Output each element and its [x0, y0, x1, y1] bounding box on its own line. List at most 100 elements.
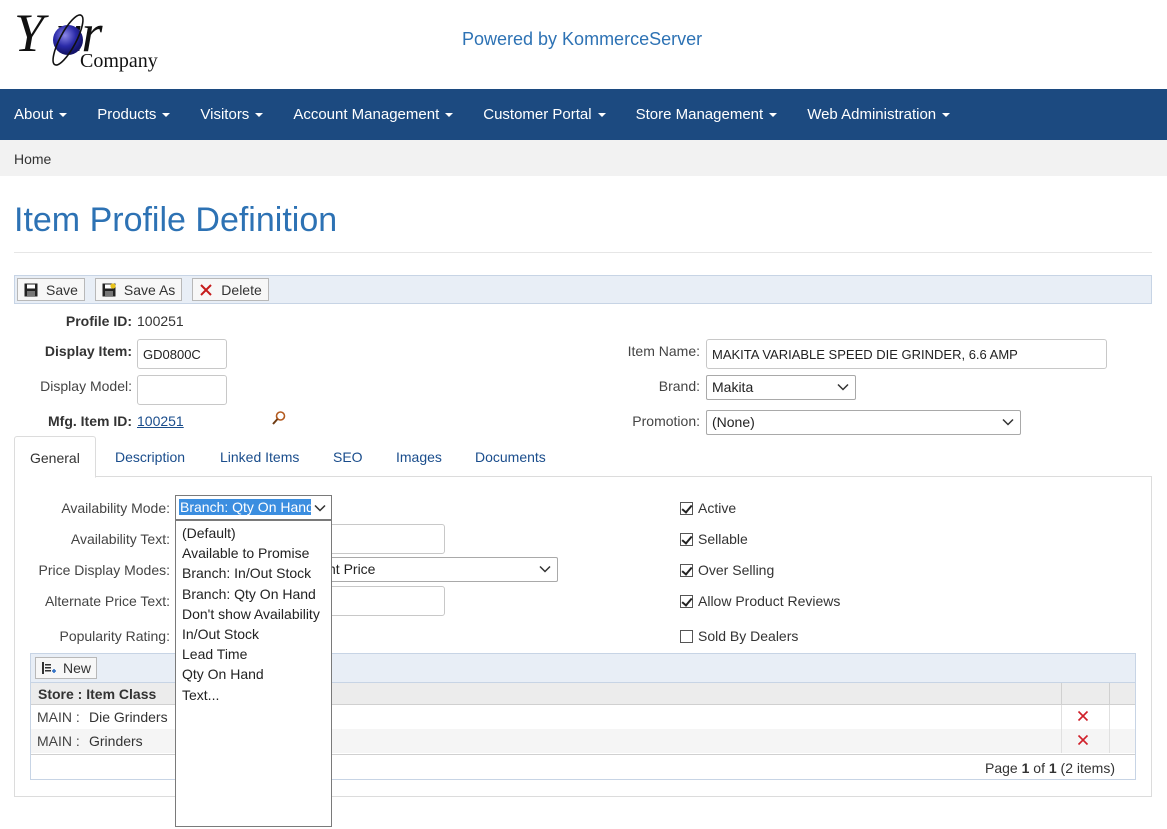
delete-x-icon[interactable]	[1077, 734, 1089, 746]
promotion-select[interactable]: (None)	[706, 410, 1021, 435]
nav-label: Store Management	[635, 106, 764, 123]
allow-product-reviews-checkbox[interactable]: Allow Product Reviews	[680, 593, 840, 609]
save-as-label: Save As	[123, 281, 176, 298]
column-header-extra	[1109, 683, 1135, 705]
nav-about[interactable]: About	[0, 89, 81, 140]
row-store: MAIN :	[37, 709, 80, 725]
save-label: Save	[46, 281, 78, 298]
sellable-checkbox[interactable]: Sellable	[680, 531, 748, 547]
chevron-down-icon	[837, 383, 849, 391]
nav-label: Customer Portal	[483, 106, 592, 123]
checkbox-box[interactable]	[680, 532, 693, 546]
floppy-disk-star-icon	[102, 282, 116, 296]
promotion-label: Promotion:	[632, 413, 700, 429]
nav-label: About	[14, 106, 54, 123]
profile-id-label: Profile ID:	[65, 313, 132, 329]
checkbox-box[interactable]	[680, 629, 693, 643]
checkbox-label: Active	[698, 500, 737, 516]
tab-linked-items[interactable]: Linked Items	[205, 436, 314, 477]
option-branch-in-out-stock[interactable]: Branch: In/Out Stock	[176, 564, 331, 584]
powered-by-text: Powered by KommerceServer	[462, 29, 703, 49]
availability-mode-label: Availability Mode:	[61, 500, 170, 516]
caret-down-icon	[445, 112, 454, 117]
active-checkbox[interactable]: Active	[680, 500, 736, 516]
price-display-modes-label: Price Display Modes:	[38, 562, 171, 578]
profile-tabs: General Description Linked Items SEO Ima…	[14, 436, 1152, 478]
nav-account-management[interactable]: Account Management	[277, 89, 467, 140]
nav-store-management[interactable]: Store Management	[620, 89, 792, 140]
caret-down-icon	[59, 112, 68, 117]
new-row-icon	[42, 662, 56, 674]
nav-products[interactable]: Products	[81, 89, 184, 140]
brand-selected: Makita	[712, 379, 754, 395]
delete-button[interactable]: Delete	[192, 278, 269, 301]
availability-mode-selected: Branch: Qty On Hand	[179, 499, 311, 515]
save-button[interactable]: Save	[17, 278, 85, 301]
item-name-input[interactable]	[706, 339, 1107, 369]
delete-label: Delete	[221, 281, 262, 298]
logo-subtext: Company	[80, 50, 158, 72]
alternate-price-text-input[interactable]	[327, 586, 445, 616]
tab-images[interactable]: Images	[381, 436, 457, 477]
option-text[interactable]: Text...	[176, 686, 331, 706]
over-selling-checkbox[interactable]: Over Selling	[680, 562, 774, 578]
title-divider	[14, 252, 1152, 253]
caret-down-icon	[942, 112, 951, 117]
tab-documents[interactable]: Documents	[460, 436, 561, 477]
pager-total-pages: 1	[1048, 760, 1057, 776]
column-header-store-item-class[interactable]: Store : Item Class	[38, 686, 156, 702]
promotion-selected: (None)	[712, 414, 755, 430]
availability-text-input[interactable]	[327, 524, 445, 554]
row-item-class: Die Grinders	[89, 709, 168, 725]
sold-by-dealers-checkbox[interactable]: Sold By Dealers	[680, 628, 798, 644]
nav-label: Web Administration	[807, 106, 937, 123]
option-dont-show-availability[interactable]: Don't show Availability	[176, 605, 331, 625]
brand-select[interactable]: Makita	[706, 375, 856, 400]
magnifier-icon[interactable]	[271, 410, 287, 426]
nav-label: Visitors	[200, 106, 250, 123]
brand-label: Brand:	[658, 378, 700, 394]
checkbox-label: Sellable	[698, 531, 748, 547]
checkbox-label: Over Selling	[698, 562, 775, 578]
company-logo[interactable]: Y ur Company	[12, 2, 172, 82]
option-available-to-promise[interactable]: Available to Promise	[176, 544, 331, 564]
display-model-label: Display Model:	[40, 378, 132, 394]
mfg-item-id-link[interactable]: 100251	[137, 413, 184, 429]
breadcrumb: Home	[0, 140, 1167, 176]
save-as-button[interactable]: Save As	[94, 278, 183, 301]
delete-x-icon[interactable]	[1077, 710, 1089, 722]
nav-visitors[interactable]: Visitors	[184, 89, 277, 140]
checkbox-box[interactable]	[680, 563, 693, 577]
nav-customer-portal[interactable]: Customer Portal	[467, 89, 619, 140]
display-model-input[interactable]	[137, 375, 227, 405]
option-branch-qty-on-hand[interactable]: Branch: Qty On Hand	[176, 585, 331, 605]
tab-seo[interactable]: SEO	[318, 436, 378, 477]
pager-of: of	[1029, 760, 1049, 776]
option-lead-time[interactable]: Lead Time	[176, 645, 331, 665]
availability-mode-options: (Default) Available to Promise Branch: I…	[175, 520, 332, 827]
breadcrumb-home[interactable]: Home	[14, 151, 51, 167]
option-default[interactable]: (Default)	[176, 524, 331, 544]
option-in-out-stock[interactable]: In/Out Stock	[176, 625, 331, 645]
column-divider	[1061, 705, 1062, 729]
chevron-down-icon	[314, 504, 326, 512]
option-qty-on-hand[interactable]: Qty On Hand	[176, 665, 331, 685]
floppy-disk-icon	[24, 283, 38, 296]
price-display-modes-select[interactable]: nt Price	[322, 557, 558, 582]
checkbox-box[interactable]	[680, 594, 693, 608]
pager-prefix: Page	[985, 760, 1022, 776]
new-button[interactable]: New	[35, 657, 98, 679]
price-display-modes-selected: nt Price	[328, 561, 376, 577]
mfg-item-id-label: Mfg. Item ID:	[48, 413, 132, 429]
column-divider	[1061, 729, 1062, 753]
tab-description[interactable]: Description	[100, 436, 200, 477]
availability-mode-select[interactable]: Branch: Qty On Hand	[175, 495, 332, 520]
row-store: MAIN :	[37, 733, 80, 749]
item-name-label: Item Name:	[627, 343, 700, 359]
tab-general[interactable]: General	[14, 436, 96, 478]
caret-down-icon	[597, 112, 606, 117]
nav-web-administration[interactable]: Web Administration	[791, 89, 964, 140]
display-item-label: Display Item:	[44, 343, 132, 359]
checkbox-box[interactable]	[680, 501, 693, 515]
display-item-input[interactable]	[137, 339, 227, 369]
